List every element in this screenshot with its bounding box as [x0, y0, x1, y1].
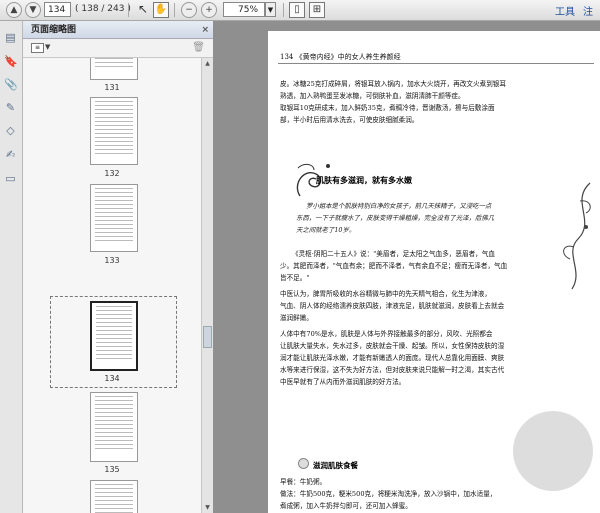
- section-bullet-icon: [298, 458, 309, 469]
- document-page: 134 《黄帝内经》中的女人养生养颜经 皮。冰糖25克打成碎屑，将银耳放入锅内，…: [268, 31, 600, 513]
- comment-menu[interactable]: 注: [583, 3, 593, 18]
- thumbnail-label: 133: [104, 256, 120, 265]
- page-count: ( 138 / 243 ): [75, 4, 131, 14]
- body-line: 部，半小时后用清水洗去，可使皮肤细腻柔润。: [280, 116, 419, 124]
- thumbnail-label: 132: [104, 169, 120, 178]
- page-thumbnail[interactable]: [90, 97, 138, 165]
- fit-page-icon[interactable]: ▯: [289, 2, 305, 18]
- thumbnail-label: 131: [104, 83, 120, 92]
- attachments-icon[interactable]: 📎: [4, 78, 18, 92]
- scrollbar-thumb[interactable]: [203, 326, 212, 348]
- thumbnail-label: 134: [104, 374, 120, 383]
- options-icon[interactable]: ≡: [31, 43, 44, 53]
- body-line: 取银耳10克研成末，加入鲜奶35克，煮稠冷待，晋谢敷汤，擦与后敷涂面: [280, 104, 495, 112]
- zoom-in-icon[interactable]: +: [201, 2, 217, 18]
- page-thumbnail[interactable]: [90, 58, 138, 80]
- body-line: 早餐：牛奶粥。: [280, 478, 327, 486]
- chevron-down-icon[interactable]: ▼: [45, 43, 50, 51]
- body-line: 做法：牛奶500克，粳米500克，将粳米淘洗净，放入沙锅中，加水适量，: [280, 490, 497, 498]
- body-line: 滋润鲜嫩。: [280, 314, 313, 322]
- page-thumbnail[interactable]: [90, 480, 138, 513]
- subsection-title: 滋润肌肤食餐: [313, 461, 358, 470]
- panel-splitter[interactable]: [213, 21, 223, 513]
- body-line: 人体中有70%是水，肌肤是人体与外界接触最多的部分，风吹、光照都会: [280, 330, 493, 338]
- body-line: 少。其肥而泽者，"气血有余；肥而不泽者，气有余血不足；瘦而无泽者，气血: [280, 262, 508, 270]
- signatures-icon[interactable]: ✍: [4, 148, 17, 162]
- bookmarks-icon[interactable]: 🔖: [4, 55, 18, 69]
- body-line: 煮成粥，加入牛奶拌匀即可，还可加入蜂蜜。: [280, 502, 412, 510]
- panel-title: 页面缩略图: [31, 25, 77, 35]
- watermark-stamp: [513, 411, 593, 491]
- tools-menu[interactable]: 工具: [555, 3, 575, 18]
- page-thumbnail-selected[interactable]: [90, 301, 138, 371]
- select-tool-icon[interactable]: ↖: [135, 2, 151, 18]
- toolbar: ▲ ▼ 134 ( 138 / 243 ) ↖ ✋ − + 75% ▼ ▯ ⊞ …: [0, 0, 600, 21]
- body-line: 让肌肤大量失水，失水过多，皮肤就会干燥、起皱。所以，女性保持皮肤的湿: [280, 342, 505, 350]
- page-thumbnail[interactable]: [90, 184, 138, 252]
- body-line: 皆不足。": [280, 274, 310, 282]
- thumbnail-list[interactable]: 131 132 133 134 135: [23, 58, 201, 513]
- previous-page-icon[interactable]: ▲: [6, 2, 22, 18]
- body-line: 润才能让肌肤光泽水嫩，才能有新嫩透人的面庞。现代人总靠化用面膜、爽肤: [280, 354, 505, 362]
- toolbar-divider: [174, 3, 175, 17]
- trash-icon[interactable]: 🗑: [192, 42, 205, 53]
- zoom-input[interactable]: 75%: [223, 2, 265, 17]
- body-line: 皮。冰糖25克打成碎屑，将银耳放入锅内，加水大火烧开，再改文火煮到银耳: [280, 80, 506, 88]
- body-line: 熟透，加入熟鸭蛋至发冰糖，可倒肤补血，滋阴清肺干颜等症。: [280, 92, 465, 100]
- running-header: 134 《黄帝内经》中的女人养生养颜经: [280, 53, 401, 61]
- scroll-up-icon[interactable]: ▲: [203, 58, 212, 69]
- page-number-input[interactable]: 134: [44, 2, 71, 17]
- section-title: 肌肤有多滋润，就有多水嫩: [316, 176, 412, 185]
- next-page-icon[interactable]: ▼: [25, 2, 41, 18]
- document-icon[interactable]: ▭: [4, 172, 17, 186]
- header-rule: [278, 63, 594, 64]
- thumbnail-panel: 页面缩略图 × ≡ ▼ 🗑 131 132 133 134 135 ▲ ▼: [23, 21, 214, 513]
- toolbar-divider: [128, 3, 129, 17]
- layers-icon[interactable]: ◇: [4, 124, 17, 138]
- comments-icon[interactable]: ✎: [4, 101, 17, 115]
- hand-tool-icon[interactable]: ✋: [153, 2, 169, 18]
- quote-line: 罗小姐本是个肌肤特别白净的女孩子，前几天抹精子，又浸吃一点: [306, 202, 492, 210]
- floral-ornament-icon: [563, 182, 591, 290]
- thumbnail-label: 135: [104, 465, 120, 474]
- navigation-rail: ▤ 🔖 📎 ✎ ◇ ✍ ▭: [0, 21, 23, 513]
- toolbar-divider: [283, 3, 284, 17]
- page-thumbnails-icon[interactable]: ▤: [4, 31, 17, 45]
- quote-line: 东西，一下子就瘦水了，皮肤变得干燥粗燥，完全没有了光泽，后佛几: [296, 214, 495, 222]
- fit-width-icon[interactable]: ⊞: [309, 2, 325, 18]
- body-line: 《灵枢·阴阳二十五人》说："美眉者，足太阳之气血多，恶眉者，气血: [292, 250, 495, 258]
- page-thumbnail[interactable]: [90, 392, 138, 462]
- body-line: 中医早就有了从内而外滋润肌肤的好方法。: [280, 378, 406, 386]
- quote-line: 天之间就老了10岁。: [296, 226, 356, 234]
- body-line: 气血、阴人体的经络濡养皮肤四肢，津液充足，肌肤就滋润，皮肤看上去就会: [280, 302, 505, 310]
- panel-header: 页面缩略图 ×: [23, 21, 213, 39]
- panel-toolbar: ≡ ▼ 🗑: [23, 40, 213, 58]
- zoom-dropdown-icon[interactable]: ▼: [265, 2, 276, 17]
- close-icon[interactable]: ×: [201, 21, 209, 39]
- scroll-down-icon[interactable]: ▼: [203, 502, 212, 513]
- zoom-out-icon[interactable]: −: [181, 2, 197, 18]
- body-line: 中医认为，脾胃所吸收的水谷精微与肺中的先天精气相合，化生为津液，: [280, 290, 491, 298]
- body-line: 水等来进行保湿，这不失为好方法，但对皮肤来说只能解一时之渴，其实古代: [280, 366, 505, 374]
